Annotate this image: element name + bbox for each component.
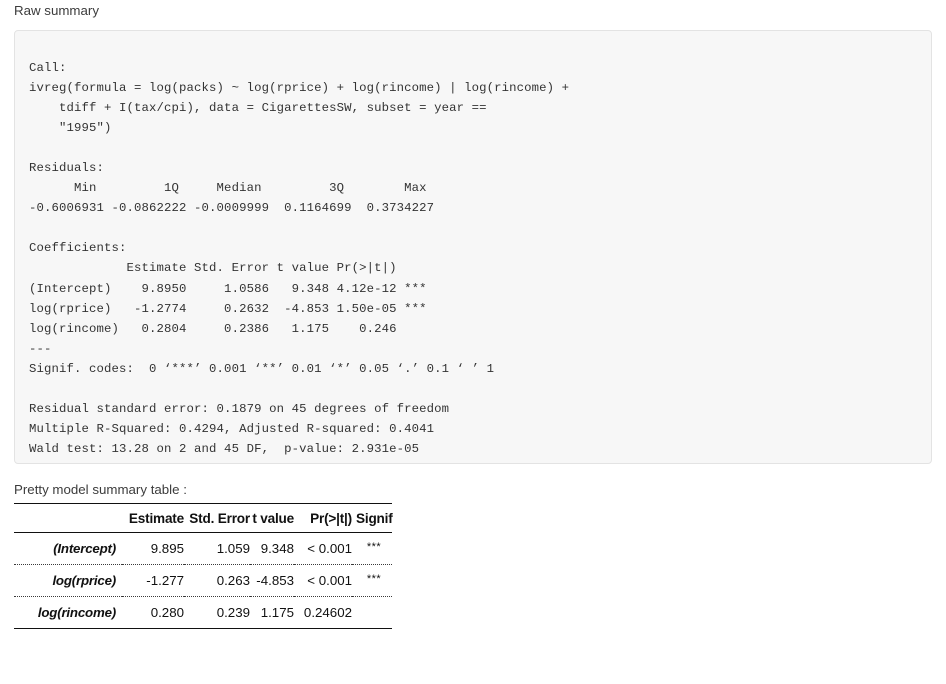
cell-t-value: -4.853 [256, 573, 294, 588]
cell-term: (Intercept) [53, 541, 116, 556]
cell-signif [352, 597, 392, 629]
cell-estimate: -1.277 [146, 573, 184, 588]
table-body: (Intercept) 9.895 1.059 9.348 < 0.001 **… [14, 533, 392, 629]
column-header-signif: Signif [356, 511, 393, 526]
cell-p-value: < 0.001 [307, 541, 352, 556]
cell-std-error: 0.263 [216, 573, 250, 588]
column-header-p-value: Pr(>|t|) [310, 511, 352, 526]
raw-summary-heading: Raw summary [14, 3, 99, 18]
column-header-term [14, 504, 122, 533]
significance-stars: *** [366, 573, 382, 585]
pretty-model-summary-table: Estimate Std. Error t value Pr(>|t|) Sig… [14, 503, 393, 629]
cell-p-value: < 0.001 [307, 573, 352, 588]
cell-signif: *** [352, 565, 392, 597]
column-header-std-error: Std. Error [189, 511, 250, 526]
pretty-table-heading: Pretty model summary table : [14, 482, 187, 497]
cell-std-error: 0.239 [216, 605, 250, 620]
raw-summary-code-block: Call: ivreg(formula = log(packs) ~ log(r… [14, 30, 932, 464]
table-row: log(rprice) -1.277 0.263 -4.853 < 0.001 … [14, 564, 392, 597]
cell-t-value: 1.175 [260, 605, 294, 620]
table-header-row: Estimate Std. Error t value Pr(>|t|) Sig… [14, 503, 393, 533]
column-header-estimate: Estimate [128, 511, 184, 526]
cell-term: log(rincome) [37, 605, 116, 620]
cell-signif: *** [352, 533, 392, 565]
cell-estimate: 0.280 [150, 605, 184, 620]
cell-t-value: 9.348 [260, 541, 294, 556]
cell-estimate: 9.895 [150, 541, 184, 556]
table-row: log(rincome) 0.280 0.239 1.175 0.24602 [14, 596, 392, 629]
table-head: Estimate Std. Error t value Pr(>|t|) Sig… [14, 503, 393, 533]
page-root: Raw summary Call: ivreg(formula = log(pa… [0, 0, 946, 684]
column-header-t-value: t value [252, 511, 294, 526]
significance-stars: *** [366, 541, 382, 553]
table-row: (Intercept) 9.895 1.059 9.348 < 0.001 **… [14, 533, 392, 565]
cell-term: log(rprice) [52, 573, 116, 588]
raw-summary-text: Call: ivreg(formula = log(packs) ~ log(r… [29, 61, 570, 456]
cell-p-value: 0.24602 [303, 605, 352, 620]
cell-std-error: 1.059 [216, 541, 250, 556]
